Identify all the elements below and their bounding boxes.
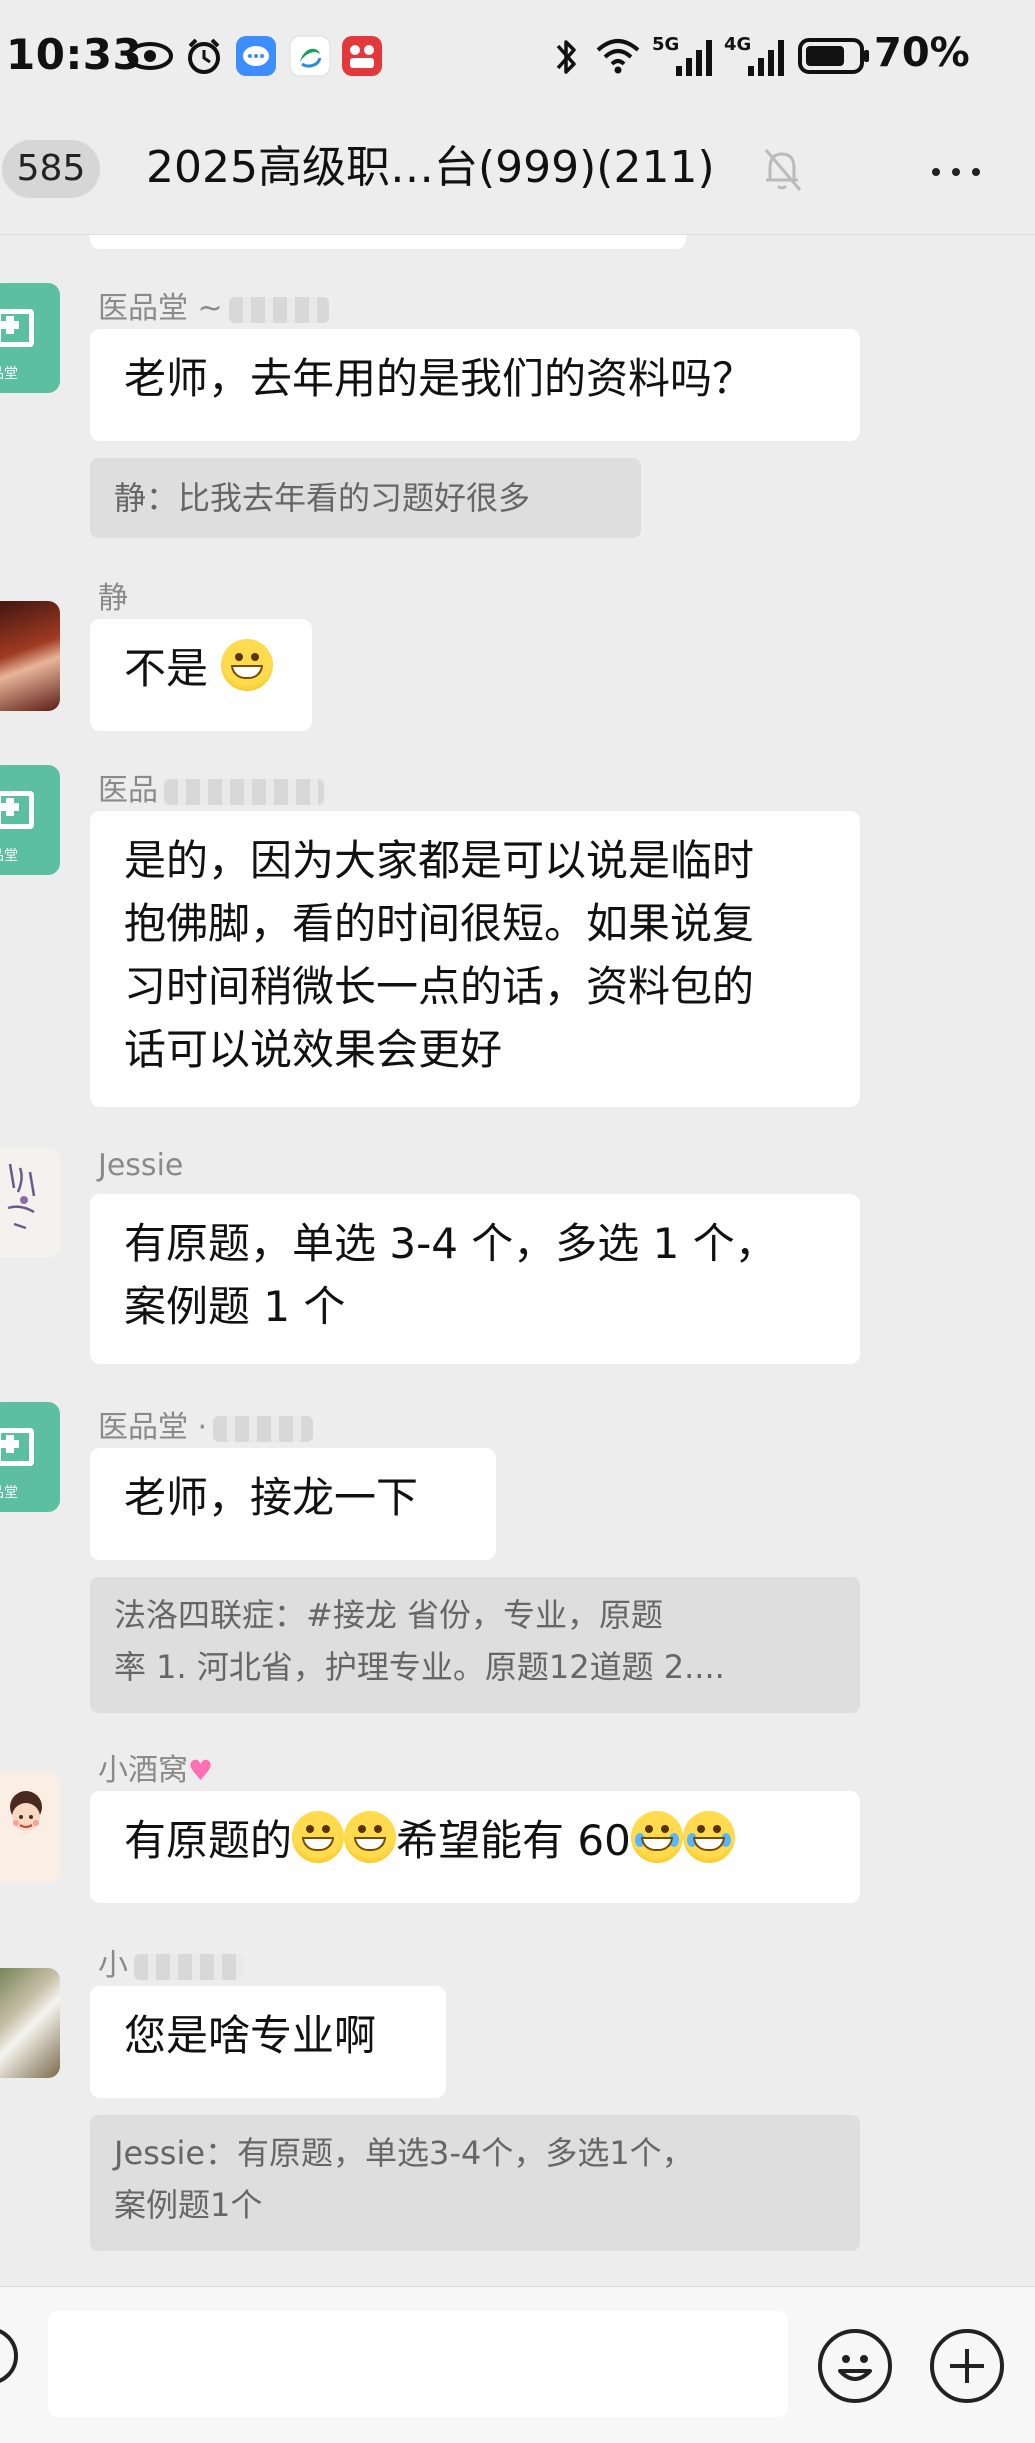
sender-name: 小: [98, 1940, 244, 1984]
chat-header: 585 2025高级职…台(999)(211): [0, 118, 1035, 235]
avatar[interactable]: 品堂: [0, 283, 60, 393]
message-bubble[interactable]: 有原题的 希望能有 60: [90, 1791, 860, 1903]
grin-emoji: [344, 1811, 397, 1863]
status-bar: 10:33 5G 4G 70%: [0, 0, 1035, 118]
grin-emoji: [221, 639, 274, 691]
china-mobile-icon: [289, 35, 331, 77]
shopping-app-icon: [342, 36, 382, 76]
signal-5g-icon: 5G: [652, 34, 716, 78]
quoted-message[interactable]: Jessie：有原题，单选3-4个，多选1个， 案例题1个: [90, 2115, 860, 2251]
battery-icon: [798, 38, 869, 74]
message-bubble[interactable]: 是的，因为大家都是可以说是临时 抱佛脚，看的时间很短。如果说复 习时间稍微长一点…: [90, 811, 860, 1107]
input-bar: [0, 2286, 1035, 2443]
blurred-name: [164, 778, 324, 805]
message-input[interactable]: [48, 2311, 788, 2417]
sender-name: 静: [98, 581, 128, 616]
avatar[interactable]: [0, 601, 60, 711]
sender-name: 医品堂 ·: [98, 1402, 314, 1446]
eye-icon: [127, 42, 173, 70]
sender-name: 小酒窝♥: [98, 1753, 214, 1788]
message-bubble[interactable]: 不是: [90, 619, 312, 731]
sender-name: Jessie: [98, 1148, 184, 1183]
crying-emoji: [682, 1811, 735, 1863]
voice-icon[interactable]: [0, 2327, 18, 2385]
blurred-name: [228, 296, 329, 323]
message-bubble[interactable]: 老师，去年用的是我们的资料吗？: [90, 329, 860, 441]
quoted-message[interactable]: 静：比我去年看的习题好很多: [90, 458, 641, 538]
blurred-name: [213, 1415, 314, 1442]
crying-emoji: [630, 1811, 683, 1863]
message-list[interactable]: 品堂 医品堂 ~ 老师，去年用的是我们的资料吗？ 静：比我去年看的习题好很多 静…: [0, 235, 1035, 2280]
sender-name: 医品堂 ~: [98, 283, 329, 327]
more-dots-icon[interactable]: [924, 144, 988, 196]
chat-title: 2025高级职…台(999)(211): [146, 142, 715, 193]
avatar[interactable]: 品堂: [0, 1402, 60, 1512]
quoted-message[interactable]: 法洛四联症：#接龙 省份，专业，原题 率 1. 河北省，护理专业。原题12道题 …: [90, 1577, 860, 1713]
back-unread-badge[interactable]: 585: [2, 140, 100, 198]
grin-emoji: [292, 1811, 345, 1863]
message-bubble[interactable]: 您是啥专业啊: [90, 1986, 446, 2098]
status-time: 10:33: [6, 30, 143, 79]
alarm-icon: [188, 38, 220, 74]
signal-4g-icon: 4G: [724, 34, 788, 78]
blurred-name: [134, 1953, 244, 1980]
message-app-icon: [236, 36, 276, 76]
bluetooth-icon: [556, 40, 576, 74]
avatar[interactable]: [0, 1773, 60, 1883]
emoji-icon[interactable]: [818, 2329, 892, 2403]
plus-circle-icon[interactable]: [930, 2329, 1004, 2403]
avatar[interactable]: [0, 1968, 60, 2078]
wifi-icon: [596, 39, 640, 74]
message-bubble[interactable]: 有原题，单选 3-4 个，多选 1 个， 案例题 1 个: [90, 1194, 860, 1364]
heart-icon: ♥: [188, 1754, 214, 1787]
bell-off-icon: [764, 149, 802, 191]
battery-percent: 70%: [874, 30, 970, 76]
sender-name: 医品: [98, 765, 324, 809]
avatar[interactable]: 品堂: [0, 765, 60, 875]
previous-message-bubble: [90, 235, 686, 249]
avatar[interactable]: [0, 1148, 60, 1258]
message-bubble[interactable]: 老师，接龙一下: [90, 1448, 496, 1560]
